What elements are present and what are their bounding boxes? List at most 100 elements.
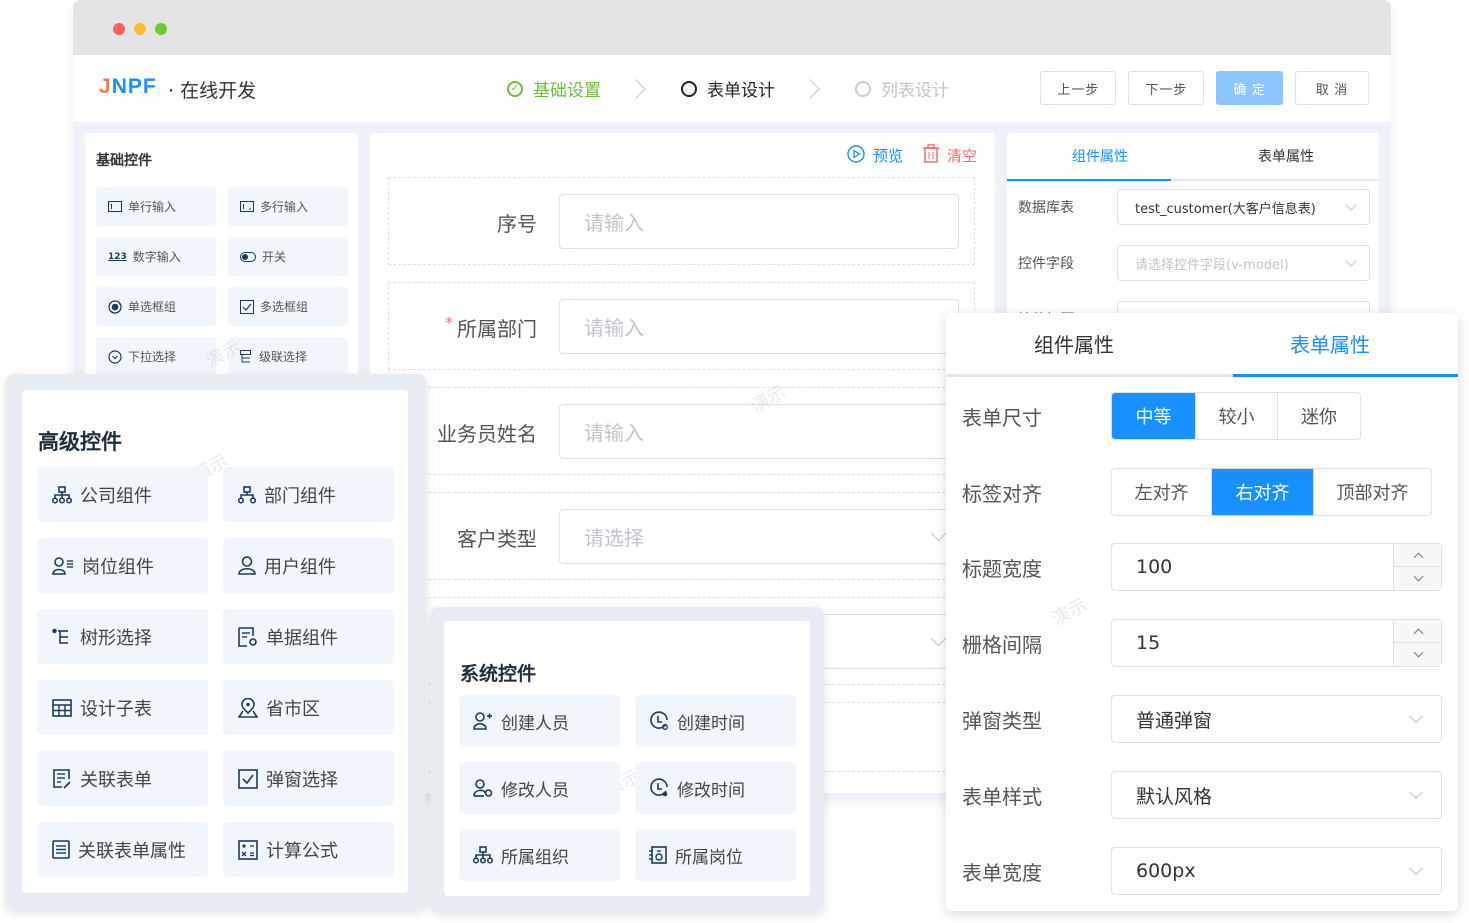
control-item[interactable]: 关联表单属性 bbox=[37, 822, 208, 877]
text-input[interactable]: 请输入 bbox=[559, 194, 959, 249]
control-item[interactable]: 树形选择 bbox=[37, 609, 208, 664]
text-input[interactable]: 请输入 bbox=[559, 299, 959, 354]
form-field-row[interactable]: 客户类型 请选择 bbox=[388, 492, 975, 580]
app-title: · 在线开发 bbox=[168, 80, 257, 102]
control-item[interactable]: 部门组件 bbox=[223, 467, 394, 522]
check-circle-icon: ✓ bbox=[507, 80, 523, 97]
position-user-icon bbox=[52, 556, 74, 575]
control-item[interactable]: 设计子表 bbox=[37, 680, 208, 735]
control-item[interactable]: 计算公式 bbox=[223, 822, 394, 877]
control-label: 关联表单 bbox=[80, 769, 152, 791]
control-item[interactable]: 省市区 bbox=[223, 680, 394, 735]
document-gear-icon bbox=[238, 626, 258, 647]
control-item[interactable]: 下拉选择 bbox=[96, 337, 216, 376]
form-width-select[interactable]: 600px bbox=[1111, 847, 1442, 895]
size-option-mini[interactable]: 迷你 bbox=[1278, 393, 1360, 439]
step-label: 表单设计 bbox=[707, 81, 775, 101]
department-tree-icon bbox=[238, 485, 256, 504]
attr-label: 控件字段 bbox=[1018, 256, 1074, 272]
size-option-medium[interactable]: 中等 bbox=[1112, 393, 1196, 439]
step-indicator: ✓ 基础设置 表单设计 列表设计 bbox=[507, 76, 949, 101]
control-item[interactable]: 多行输入 bbox=[228, 187, 348, 226]
increment-button[interactable] bbox=[1394, 620, 1442, 643]
select-value: test_customer(大客户信息表) bbox=[1135, 201, 1316, 217]
align-option-left[interactable]: 左对齐 bbox=[1112, 469, 1212, 515]
cancel-button[interactable]: 取 消 bbox=[1295, 71, 1369, 105]
control-item[interactable]: 多选框组 bbox=[228, 287, 348, 326]
chevron-down-icon bbox=[1413, 647, 1423, 658]
user-add-icon bbox=[473, 712, 493, 730]
window-close-button[interactable] bbox=[113, 23, 125, 35]
number-input-icon: 123 bbox=[108, 251, 127, 262]
control-item[interactable]: 所属岗位 bbox=[635, 829, 796, 881]
input-placeholder: 请输入 bbox=[584, 211, 644, 235]
field-select[interactable]: 请选择控件字段(v-model) bbox=[1117, 245, 1370, 281]
db-table-select[interactable]: test_customer(大客户信息表) bbox=[1117, 189, 1370, 225]
circle-icon bbox=[855, 80, 871, 97]
step-list-design[interactable]: 列表设计 bbox=[855, 76, 949, 101]
tab-component-attrs[interactable]: 组件属性 bbox=[1007, 133, 1193, 179]
form-field-row[interactable]: 业务员姓名 请输入 bbox=[388, 387, 975, 475]
chevron-up-icon bbox=[1413, 628, 1423, 638]
control-item[interactable]: 单行输入 bbox=[96, 187, 216, 226]
align-option-top[interactable]: 顶部对齐 bbox=[1314, 469, 1431, 515]
input-value: 100 bbox=[1136, 556, 1173, 578]
size-option-small[interactable]: 较小 bbox=[1196, 393, 1278, 439]
control-item[interactable]: 123 数字输入 bbox=[96, 237, 216, 276]
label-align-row: 标签对齐 左对齐 右对齐 顶部对齐 bbox=[962, 468, 1442, 516]
checkbox-icon bbox=[240, 299, 254, 314]
control-label: 设计子表 bbox=[80, 698, 152, 720]
control-item[interactable]: 创建时间 bbox=[635, 695, 796, 747]
control-item[interactable]: 用户组件 bbox=[223, 538, 394, 593]
next-step-button[interactable]: 下一步 bbox=[1128, 71, 1205, 105]
clear-button[interactable]: 清空 bbox=[922, 144, 977, 167]
header-actions: 上一步 下一步 确 定 取 消 bbox=[1040, 71, 1369, 105]
increment-button[interactable] bbox=[1394, 544, 1442, 567]
control-item[interactable]: 修改人员 bbox=[459, 762, 620, 814]
control-item[interactable]: 单选框组 bbox=[96, 287, 216, 326]
control-item[interactable]: 单据组件 bbox=[223, 609, 394, 664]
step-form-design[interactable]: 表单设计 bbox=[681, 76, 775, 101]
form-field-row[interactable]: * 所属部门 请输入 bbox=[388, 282, 975, 370]
control-item[interactable]: 级联选择 bbox=[228, 337, 348, 376]
control-label: 单选框组 bbox=[128, 300, 177, 314]
select-input[interactable]: 请选择 bbox=[559, 509, 959, 564]
decrement-button[interactable] bbox=[1394, 643, 1442, 666]
grid-gutter-input[interactable]: 15 bbox=[1111, 619, 1442, 667]
control-item[interactable]: 修改时间 bbox=[635, 762, 796, 814]
tab-form-attrs[interactable]: 表单属性 bbox=[1193, 133, 1379, 179]
label-width-input[interactable]: 100 bbox=[1111, 543, 1442, 591]
step-basic-settings[interactable]: ✓ 基础设置 bbox=[507, 76, 601, 101]
control-label: 级联选择 bbox=[259, 350, 308, 364]
window-maximize-button[interactable] bbox=[155, 23, 167, 35]
select-value: 600px bbox=[1136, 860, 1196, 882]
tab-component-attrs[interactable]: 组件属性 bbox=[946, 313, 1202, 374]
dropdown-icon bbox=[108, 349, 122, 364]
form-style-select[interactable]: 默认风格 bbox=[1111, 771, 1442, 819]
control-item[interactable]: 关联表单 bbox=[37, 751, 208, 806]
tab-form-attrs[interactable]: 表单属性 bbox=[1202, 313, 1458, 374]
user-edit-icon bbox=[473, 779, 493, 797]
control-label: 计算公式 bbox=[266, 840, 338, 862]
form-field-row[interactable]: 序号 请输入 bbox=[388, 177, 975, 265]
preview-button[interactable]: 预览 bbox=[847, 144, 903, 167]
field-label-text: 业务员姓名 bbox=[437, 422, 537, 446]
control-item[interactable]: 岗位组件 bbox=[37, 538, 208, 593]
confirm-button[interactable]: 确 定 bbox=[1216, 71, 1283, 105]
control-item[interactable]: 公司组件 bbox=[37, 467, 208, 522]
control-item[interactable]: 弹窗选择 bbox=[223, 751, 394, 806]
text-input[interactable]: 请输入 bbox=[559, 404, 959, 459]
control-label: 部门组件 bbox=[264, 485, 336, 507]
popup-type-select[interactable]: 普通弹窗 bbox=[1111, 695, 1442, 743]
logo-npf: NPF bbox=[111, 75, 157, 98]
step-label: 列表设计 bbox=[881, 81, 949, 101]
prev-step-button[interactable]: 上一步 bbox=[1040, 71, 1117, 105]
control-item[interactable]: 开关 bbox=[228, 237, 348, 276]
window-minimize-button[interactable] bbox=[134, 23, 146, 35]
control-item[interactable]: 所属组织 bbox=[459, 829, 620, 881]
decrement-button[interactable] bbox=[1394, 567, 1442, 590]
align-option-right[interactable]: 右对齐 bbox=[1212, 469, 1314, 515]
control-label: 多选框组 bbox=[260, 300, 309, 314]
control-label: 单据组件 bbox=[266, 627, 338, 649]
control-item[interactable]: 创建人员 bbox=[459, 695, 620, 747]
